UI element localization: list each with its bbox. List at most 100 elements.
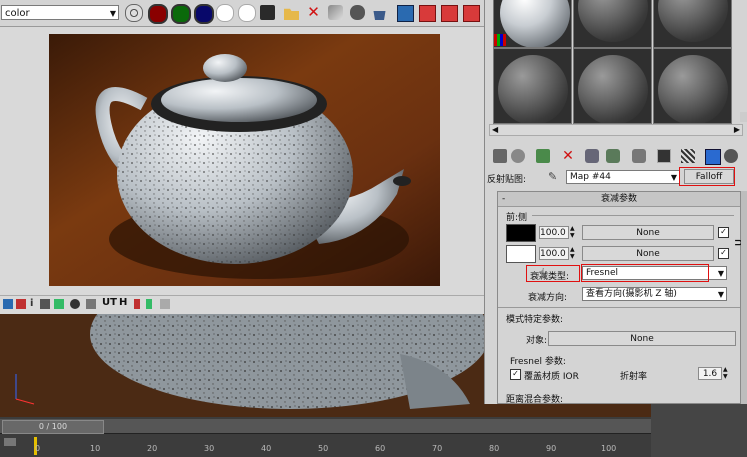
- material-id-icon[interactable]: [657, 149, 671, 163]
- mode-params-label: 模式特定参数:: [506, 315, 564, 325]
- spinner-icon[interactable]: ▲ ▼: [570, 225, 575, 239]
- ior-field[interactable]: 1.6: [698, 367, 722, 380]
- render-toolbar: color ▼ ✕: [0, 0, 484, 27]
- blue-channel-button[interactable]: [194, 4, 214, 24]
- save-icon[interactable]: [260, 5, 275, 20]
- key-mode-icon[interactable]: [4, 438, 16, 446]
- put-to-scene-icon[interactable]: [511, 149, 525, 163]
- chevron-down-icon: ▼: [109, 9, 116, 18]
- collapse-mark: -: [502, 194, 506, 204]
- material-slot-4[interactable]: [493, 48, 572, 124]
- slots-vscroll[interactable]: [740, 112, 747, 122]
- chevron-down-icon: ▼: [717, 290, 724, 299]
- front-map: None: [636, 228, 660, 238]
- ab-compare-icon[interactable]: [419, 5, 436, 22]
- side-map: None: [636, 249, 660, 259]
- override-ior-label: 覆盖材质 IOR: [524, 372, 579, 382]
- go-to-parent-icon[interactable]: [724, 149, 738, 163]
- tick-label: 80: [489, 444, 500, 453]
- front-map-checkbox[interactable]: ✓: [718, 227, 729, 238]
- display-icon[interactable]: [397, 5, 414, 22]
- render-statusbar: i UT H: [0, 295, 484, 313]
- tick-label: 40: [261, 444, 272, 453]
- material-slot-3[interactable]: [653, 0, 732, 48]
- green-bar-icon[interactable]: [146, 299, 152, 309]
- front-color-swatch[interactable]: [506, 224, 536, 242]
- ab-compare-3-icon[interactable]: [463, 5, 480, 22]
- render-frame-window: color ▼ ✕ i UT H: [0, 0, 484, 314]
- slots-scrollbar[interactable]: ◀ ▶: [489, 124, 743, 136]
- green-channel-button[interactable]: [171, 4, 191, 24]
- map-label: 反射贴图:: [487, 175, 527, 185]
- front-map-button[interactable]: None: [582, 225, 714, 240]
- tick-label: 60: [375, 444, 386, 453]
- object-pick-button[interactable]: None: [548, 331, 736, 346]
- material-slot-6[interactable]: [653, 48, 732, 124]
- open-folder-icon[interactable]: [284, 8, 299, 20]
- close-icon[interactable]: ✕: [306, 5, 321, 20]
- alpha-channel-button[interactable]: [216, 4, 234, 22]
- reset-map-icon[interactable]: ✕: [561, 149, 575, 163]
- front-amount: 100.0: [540, 228, 566, 238]
- red-bar-icon[interactable]: [134, 299, 140, 309]
- override-ior-checkbox[interactable]: ✓: [510, 369, 521, 380]
- show-end-result-icon[interactable]: [705, 149, 721, 165]
- scroll-left-icon[interactable]: ◀: [492, 125, 498, 134]
- frame-icon[interactable]: [3, 299, 13, 309]
- image-icon[interactable]: [54, 299, 64, 309]
- channel-select[interactable]: color ▼: [1, 5, 119, 20]
- mono-channel-button[interactable]: [238, 4, 256, 22]
- eyedropper-icon[interactable]: ✎: [548, 170, 560, 183]
- get-material-icon[interactable]: [493, 149, 507, 163]
- spinner-icon[interactable]: ▲ ▼: [723, 366, 728, 380]
- falloff-direction: 查看方向(摄影机 Z 轴): [586, 289, 677, 299]
- render-icon[interactable]: [350, 5, 365, 20]
- red-channel-button[interactable]: [148, 4, 168, 24]
- info-icon[interactable]: i: [30, 298, 33, 309]
- material-slot-2[interactable]: [573, 0, 652, 48]
- time-slider-thumb[interactable]: 0 / 100: [2, 420, 104, 434]
- material-slot-1[interactable]: [493, 0, 572, 48]
- scroll-right-icon[interactable]: ▶: [734, 125, 740, 134]
- list-icon[interactable]: [40, 299, 50, 309]
- show-map-icon[interactable]: [681, 149, 695, 163]
- checker-icon: [494, 34, 506, 46]
- circle-icon[interactable]: [70, 299, 80, 309]
- side-amount-field[interactable]: 100.0: [539, 247, 569, 260]
- ior-value: 1.6: [702, 369, 718, 379]
- front-amount-field[interactable]: 100.0: [539, 226, 569, 239]
- object-label: 对象:: [526, 336, 548, 346]
- clone-icon[interactable]: [328, 5, 343, 20]
- rollout-scrollbar[interactable]: [741, 191, 747, 404]
- highlight-box: [526, 265, 580, 282]
- teapot-render: [49, 34, 440, 286]
- falloff-direction-dropdown[interactable]: 查看方向(摄影机 Z 轴) ▼: [582, 287, 727, 301]
- tick-label: 90: [546, 444, 557, 453]
- assign-material-icon[interactable]: [536, 149, 550, 163]
- map-name-dropdown[interactable]: Map #44 ▼: [566, 170, 680, 184]
- material-slot-5[interactable]: [573, 48, 652, 124]
- tick-label: 0: [35, 444, 41, 453]
- ab-compare-2-icon[interactable]: [441, 5, 458, 22]
- teapot-render-icon[interactable]: [373, 11, 386, 20]
- tick-label: 70: [432, 444, 443, 453]
- rgb-channel-icon[interactable]: [125, 4, 143, 22]
- spinner-icon[interactable]: ▲ ▼: [570, 246, 575, 260]
- side-color-swatch[interactable]: [506, 245, 536, 263]
- lut-icon[interactable]: UT: [102, 297, 117, 308]
- camera-icon[interactable]: [86, 299, 96, 309]
- rollout-title: 衰减参数: [600, 194, 637, 204]
- side-map-checkbox[interactable]: ✓: [718, 248, 729, 259]
- put-to-library-icon[interactable]: [632, 149, 646, 163]
- view-icon[interactable]: [160, 299, 170, 309]
- map-row: 反射贴图: ✎ Map #44 ▼ Falloff: [484, 167, 747, 187]
- make-copy-icon[interactable]: [585, 149, 599, 163]
- falloff-parameters-rollout: - 衰减参数 前:侧 100.0 ▲ ▼ None ✓ 100.0 ▲ ▼ None…: [497, 191, 743, 405]
- side-map-button[interactable]: None: [582, 246, 714, 261]
- make-unique-icon[interactable]: [606, 149, 620, 163]
- h-icon[interactable]: H: [119, 297, 127, 308]
- region-icon[interactable]: [16, 299, 26, 309]
- fresnel-params-label: Fresnel 参数:: [510, 357, 566, 367]
- rollout-title-bar[interactable]: - 衰减参数: [498, 192, 740, 207]
- falloff-direction-label: 衰减方向:: [528, 293, 568, 303]
